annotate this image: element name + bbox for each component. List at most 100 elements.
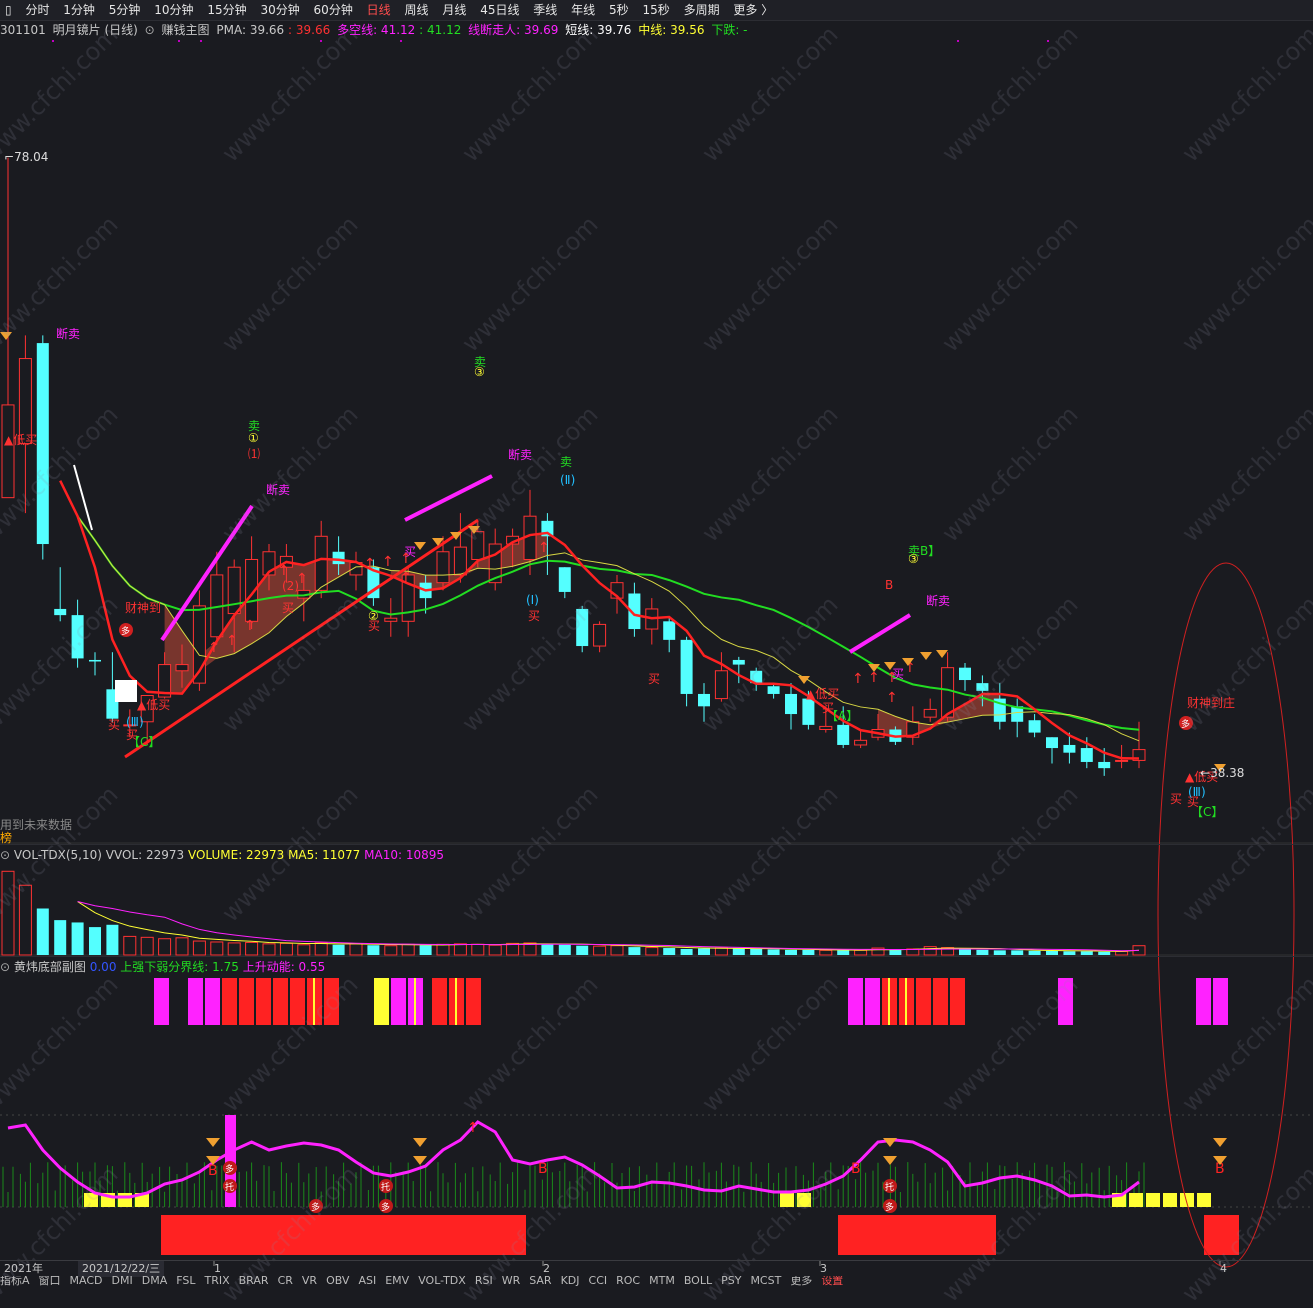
volume-bar-down: [89, 927, 101, 955]
volume-bar-up: [593, 945, 607, 956]
buy-label: 买: [528, 609, 540, 623]
candle: [732, 656, 745, 684]
volume-bar-up: [506, 942, 520, 956]
low-buy-label: ▲低买: [137, 698, 170, 712]
up-arrow-icon: ↑: [886, 690, 898, 706]
trend-magenta-line: [848, 613, 912, 654]
signal-block: [1196, 978, 1211, 1025]
up-arrow-icon: ↑: [467, 1120, 479, 1136]
period-tab-quarter[interactable]: 季线: [528, 0, 562, 20]
signal-block: [188, 978, 203, 1025]
period-tab-15min[interactable]: 15分钟: [202, 0, 251, 20]
period-tab-more[interactable]: 更多 〉: [728, 0, 778, 20]
candle: [680, 636, 693, 707]
period-tab-multi[interactable]: 多周期: [679, 0, 725, 20]
volume-bar-down: [541, 943, 554, 955]
period-tab-weekly[interactable]: 周线: [400, 0, 434, 20]
period-tab-daily[interactable]: 日线: [362, 0, 396, 20]
wave-label: (Ⅲ): [1188, 785, 1206, 799]
volume-bar-down: [558, 944, 571, 955]
period-tab-1min-share[interactable]: 分时: [20, 0, 54, 20]
volume-bar-up: [1115, 951, 1129, 956]
diamond-icon: [0, 332, 12, 340]
up-arrow-icon: ↑: [278, 563, 290, 579]
volume-header: ⊙ VOL-TDX(5,10) VVOL: 22973 VOLUME: 2297…: [0, 844, 1313, 865]
candle-body-down: [71, 615, 84, 659]
date-axis: 2021年 2021/12/22/三 1 2 3 4: [0, 1260, 1313, 1277]
period-tab-1min[interactable]: 1分钟: [58, 0, 100, 20]
xdzr-value: 线断走人: 39.69: [468, 23, 559, 37]
candle-body-down: [680, 639, 693, 694]
signal-block: [290, 978, 305, 1025]
signal-block: [391, 978, 406, 1025]
indicator-menu-icon[interactable]: ⊙: [145, 23, 155, 37]
volume-bar-down: [750, 948, 763, 955]
period-tab-monthly[interactable]: 月线: [437, 0, 471, 20]
month-3-label: 3: [820, 1262, 827, 1275]
volume-bar-down: [367, 945, 380, 955]
vol-indicator-name[interactable]: VOL-TDX(5,10): [14, 848, 102, 862]
sub-indicator-panel[interactable]: B B B B多托 托多多托多↑: [2, 978, 1239, 1255]
candle: [714, 652, 728, 702]
duo-label: 多: [1181, 718, 1190, 730]
indicator-name[interactable]: 赚钱主图: [162, 23, 210, 37]
volume-bar-down: [889, 949, 902, 955]
break-sell-label: 断卖: [56, 326, 80, 341]
b-label: B: [538, 1161, 548, 1177]
volume-bar-down: [837, 950, 850, 955]
vol-menu-icon[interactable]: ⊙: [0, 848, 10, 862]
wave-label: 【C】: [1191, 805, 1223, 819]
signal-block: [432, 978, 447, 1025]
wave-circle: ①: [248, 431, 259, 445]
candle-body-down: [1080, 748, 1093, 762]
up-arrow-icon: ↑: [852, 671, 864, 687]
candle-body-down: [802, 698, 815, 725]
volume-bar-up: [714, 947, 728, 956]
wave-label: 【C】: [128, 735, 160, 749]
volume-bar-down: [1046, 950, 1058, 955]
wave-circle: ③: [908, 552, 919, 566]
volume-bar-up: [123, 935, 137, 956]
low-buy-label: ▲低买: [806, 687, 839, 701]
cursor-date: 2021/12/22/三: [78, 1261, 165, 1277]
period-tab-year[interactable]: 年线: [566, 0, 600, 20]
wave-paren: ⑴: [248, 447, 260, 461]
signal-stripe: [455, 978, 457, 1025]
period-tab-30min[interactable]: 30分钟: [255, 0, 304, 20]
volume-bar-up: [1, 870, 15, 956]
candle-body-up: [941, 667, 955, 718]
candle-body-down: [837, 724, 850, 745]
period-tab-5sec[interactable]: 5秒: [604, 0, 634, 20]
signal-block: [848, 978, 863, 1025]
break-sell-label: 断卖: [508, 447, 532, 462]
candle-body-down: [976, 683, 989, 691]
period-tab-15sec[interactable]: 15秒: [637, 0, 674, 20]
up-arrow-icon: ↑: [400, 551, 412, 567]
volume-bar-up: [245, 941, 259, 956]
volume-bar-down: [1011, 950, 1024, 955]
volume-bar-up: [923, 946, 937, 956]
main-price-panel[interactable]: 断卖▲低买财神到▲低买买买(Ⅲ)【C】卖①⑴断卖(2)买②买买卖③断卖 卖(Ⅱ)(…: [0, 157, 1235, 819]
period-toolbar[interactable]: ▯ 分时 1分钟 5分钟 10分钟 15分钟 30分钟 60分钟 日线 周线 月…: [0, 0, 1313, 21]
chart-canvas[interactable]: 断卖▲低买财神到▲低买买买(Ⅲ)【C】卖①⑴断卖(2)买②买买卖③断卖 卖(Ⅱ)(…: [0, 0, 1313, 1285]
panel-toggle-icon[interactable]: ▯: [0, 0, 17, 20]
period-tab-45day[interactable]: 45日线: [475, 0, 524, 20]
wave-label: (Ⅲ): [126, 715, 144, 729]
signal-block: [1213, 978, 1228, 1025]
candle-body-down: [663, 621, 676, 640]
candle-body-up: [175, 664, 189, 672]
period-tab-60min[interactable]: 60分钟: [309, 0, 358, 20]
volume-panel[interactable]: [1, 870, 1146, 956]
period-tab-5min[interactable]: 5分钟: [104, 0, 146, 20]
duo-label: 多: [225, 1163, 234, 1175]
yellow-bar: [84, 1193, 98, 1207]
marker-dot: [957, 40, 959, 42]
period-tab-10min[interactable]: 10分钟: [149, 0, 198, 20]
candle-body-down: [558, 567, 571, 592]
sub-menu-icon[interactable]: ⊙: [0, 960, 10, 974]
sub-indicator-name[interactable]: 黄炜底部副图: [14, 960, 86, 974]
candle: [18, 335, 32, 514]
candle: [698, 683, 710, 722]
candle: [1046, 737, 1058, 764]
yellow-bar: [780, 1193, 794, 1207]
